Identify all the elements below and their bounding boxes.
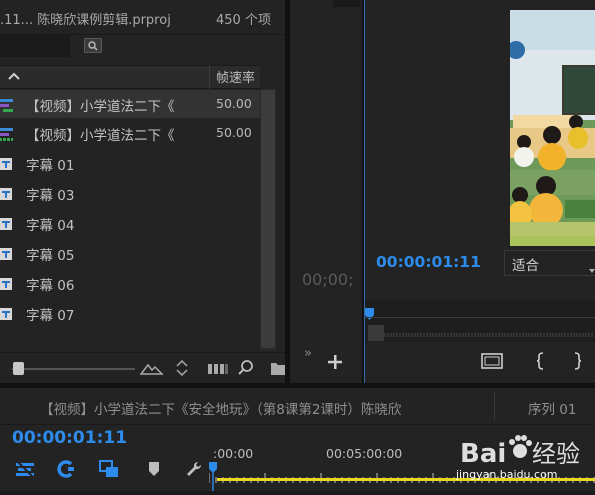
project-item-row[interactable]: 字幕 01 <box>0 149 260 177</box>
project-item-row[interactable]: 字幕 06 <box>0 269 260 297</box>
title-icon <box>0 306 13 320</box>
source-timecode[interactable]: 00;00; <box>302 270 354 289</box>
snap-icon[interactable] <box>56 460 76 478</box>
fit-dropdown-value: 适合 <box>512 258 539 274</box>
item-name: 字幕 01 <box>26 158 75 174</box>
tab-sequence-01[interactable]: 序列 01 <box>528 398 576 418</box>
playhead-marker-icon[interactable] <box>365 305 374 320</box>
frame-rate-column-header[interactable]: 帧速率 <box>216 67 255 86</box>
tab-sequence-main[interactable]: 【视频】小学道法二下《安全地玩》（第8课第2课时）陈晓欣 <box>40 398 401 418</box>
timeline-timecode[interactable]: 00:00:01:11 <box>12 428 127 448</box>
mark-out-icon[interactable] <box>565 352 587 370</box>
project-search-input[interactable] <box>0 35 70 57</box>
item-name: 【视频】小学道法二下《 <box>26 128 175 144</box>
item-frame-rate: 50.00 <box>216 96 252 111</box>
item-name: 字幕 07 <box>26 308 75 324</box>
project-item-row[interactable]: 字幕 05 <box>0 239 260 267</box>
insert-nest-icon[interactable] <box>15 460 35 478</box>
svg-text:Bai: Bai <box>460 439 506 469</box>
title-icon <box>0 216 13 230</box>
new-bin-icon[interactable] <box>270 360 285 376</box>
item-name: 字幕 06 <box>26 278 75 294</box>
item-name: 【视频】小学道法二下《 <box>26 99 175 115</box>
linked-selection-icon[interactable] <box>99 460 119 478</box>
search-bin-icon[interactable] <box>84 37 102 54</box>
title-icon <box>0 246 13 260</box>
item-name: 字幕 04 <box>26 218 75 234</box>
sort-ascending-icon[interactable] <box>6 68 22 84</box>
sequence-icon <box>0 97 13 112</box>
video-preview-frame[interactable] <box>510 10 595 246</box>
item-frame-rate: 50.00 <box>216 125 252 140</box>
scrollbar-thumb[interactable] <box>261 90 275 348</box>
project-item-row[interactable]: 字幕 04 <box>0 209 260 237</box>
source-monitor-panel <box>290 0 362 383</box>
project-item-row[interactable]: 字幕 03 <box>0 179 260 207</box>
zoom-slider[interactable] <box>0 358 140 378</box>
baidu-jingyan-watermark-logo: Bai 经验 <box>458 434 595 491</box>
more-controls-icon[interactable]: » <box>304 346 312 361</box>
mountain-zoom-icon[interactable] <box>139 360 164 376</box>
sequence-icon <box>0 126 13 141</box>
ruler-label: 00:05:00:00 <box>326 446 403 461</box>
source-panel-tab[interactable] <box>333 0 360 7</box>
project-item-row[interactable]: 【视频】小学道法二下《 50.00 <box>0 119 260 147</box>
program-ruler-ticks <box>369 322 595 337</box>
item-name: 字幕 03 <box>26 188 75 204</box>
title-icon <box>0 186 13 200</box>
program-timecode[interactable]: 00:00:01:11 <box>376 253 481 271</box>
project-item-count: 450 个项 <box>216 13 271 28</box>
chevron-down-icon <box>589 259 595 273</box>
add-button-icon[interactable] <box>328 354 342 369</box>
program-zoom-handle[interactable] <box>368 325 384 341</box>
svg-text:经验: 经验 <box>532 440 580 468</box>
ruler-divider <box>365 317 595 318</box>
automate-to-sequence-icon[interactable] <box>207 361 229 375</box>
timeline-playhead-icon[interactable] <box>209 462 217 491</box>
mark-in-icon[interactable] <box>531 352 553 370</box>
title-icon <box>0 276 13 290</box>
tab-divider <box>494 392 495 420</box>
project-item-row[interactable]: 字幕 07 <box>0 299 260 327</box>
ruler-label: :00:00 <box>213 446 254 461</box>
item-name: 字幕 05 <box>26 248 75 264</box>
sort-icons-icon[interactable] <box>175 358 189 378</box>
column-divider[interactable] <box>209 65 210 89</box>
project-item-row[interactable]: 【视频】小学道法二下《 50.00 <box>0 90 260 118</box>
panel-separator[interactable] <box>362 0 364 388</box>
project-file-name: .11... 陈晓欣课例剪辑.prproj <box>0 13 171 28</box>
title-icon <box>0 156 13 170</box>
wrench-settings-icon[interactable] <box>185 460 205 478</box>
add-marker-icon[interactable] <box>145 460 165 478</box>
safe-margins-icon[interactable] <box>481 352 503 370</box>
watermark-url: jingyan.baidu.com <box>456 468 558 481</box>
find-icon[interactable] <box>237 359 255 377</box>
